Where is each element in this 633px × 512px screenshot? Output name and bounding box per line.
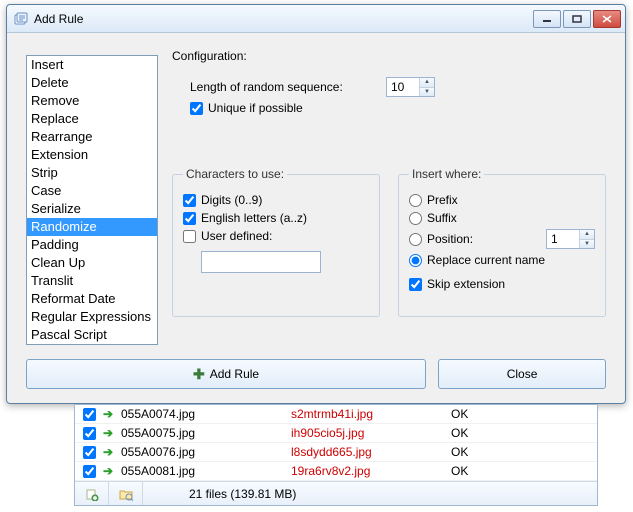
position-input[interactable] (547, 230, 579, 248)
arrow-icon: ➔ (103, 426, 121, 440)
digits-checkbox[interactable]: Digits (0..9) (183, 193, 262, 207)
new-name: s2mtrmb41i.jpg (291, 407, 451, 421)
suffix-radio[interactable]: Suffix (409, 211, 457, 225)
close-window-button[interactable] (593, 10, 621, 28)
new-name: ih905cio5j.jpg (291, 426, 451, 440)
rule-item-case[interactable]: Case (27, 182, 157, 200)
where-legend: Insert where: (409, 167, 484, 181)
length-group: Length of random sequence: ▲▼ Unique if … (172, 73, 606, 125)
length-up[interactable]: ▲ (420, 78, 434, 88)
userdefined-input[interactable] (201, 251, 321, 273)
add-rule-dialog: Add Rule InsertDeleteRemoveReplaceRearra… (6, 4, 626, 404)
prefix-radio[interactable]: Prefix (409, 193, 458, 207)
status-text: 21 files (139.81 MB) (143, 487, 296, 501)
length-label: Length of random sequence: (190, 80, 380, 94)
close-button[interactable]: Close (438, 359, 606, 389)
row-checkbox[interactable] (83, 427, 96, 440)
window-title: Add Rule (34, 12, 533, 26)
row-checkbox[interactable] (83, 465, 96, 478)
length-input[interactable] (387, 78, 419, 96)
rule-item-serialize[interactable]: Serialize (27, 200, 157, 218)
table-row[interactable]: ➔055A0075.jpgih905cio5j.jpgOK (75, 424, 597, 443)
rule-item-remove[interactable]: Remove (27, 92, 157, 110)
rule-item-padding[interactable]: Padding (27, 236, 157, 254)
rule-item-strip[interactable]: Strip (27, 164, 157, 182)
characters-legend: Characters to use: (183, 167, 287, 181)
status-cell: OK (451, 445, 551, 459)
maximize-button[interactable] (563, 10, 591, 28)
insert-where-group: Insert where: Prefix Suffix Position: (398, 167, 606, 317)
rule-item-clean-up[interactable]: Clean Up (27, 254, 157, 272)
original-name: 055A0075.jpg (121, 426, 291, 440)
userdefined-checkbox[interactable]: User defined: (183, 229, 272, 243)
rule-item-pascal-script[interactable]: Pascal Script (27, 326, 157, 344)
rule-item-translit[interactable]: Translit (27, 272, 157, 290)
status-cell: OK (451, 464, 551, 478)
position-radio[interactable]: Position: (409, 232, 473, 246)
arrow-icon: ➔ (103, 445, 121, 459)
replace-radio[interactable]: Replace current name (409, 253, 545, 267)
rule-item-user-input[interactable]: User Input (27, 344, 157, 345)
minimize-button[interactable] (533, 10, 561, 28)
status-cell: OK (451, 407, 551, 421)
rule-type-list[interactable]: InsertDeleteRemoveReplaceRearrangeExtens… (26, 55, 158, 345)
position-spinner[interactable]: ▲▼ (546, 229, 595, 249)
arrow-icon: ➔ (103, 407, 121, 421)
plus-icon: ✚ (193, 366, 205, 383)
status-bar: 21 files (139.81 MB) (75, 481, 597, 505)
rule-item-regular-expressions[interactable]: Regular Expressions (27, 308, 157, 326)
rule-item-replace[interactable]: Replace (27, 110, 157, 128)
original-name: 055A0076.jpg (121, 445, 291, 459)
arrow-icon: ➔ (103, 464, 121, 478)
new-name: 19ra6rv8v2.jpg (291, 464, 451, 478)
titlebar[interactable]: Add Rule (7, 5, 625, 33)
characters-group: Characters to use: Digits (0..9) English… (172, 167, 380, 317)
add-rule-button[interactable]: ✚ Add Rule (26, 359, 426, 389)
rule-item-delete[interactable]: Delete (27, 74, 157, 92)
row-checkbox[interactable] (83, 408, 96, 421)
configuration-title: Configuration: (172, 49, 606, 63)
original-name: 055A0081.jpg (121, 464, 291, 478)
skipext-checkbox[interactable]: Skip extension (409, 277, 505, 291)
rule-item-insert[interactable]: Insert (27, 56, 157, 74)
rule-item-rearrange[interactable]: Rearrange (27, 128, 157, 146)
row-checkbox[interactable] (83, 446, 96, 459)
original-name: 055A0074.jpg (121, 407, 291, 421)
rule-item-randomize[interactable]: Randomize (27, 218, 157, 236)
rule-item-reformat-date[interactable]: Reformat Date (27, 290, 157, 308)
letters-checkbox[interactable]: English letters (a..z) (183, 211, 307, 225)
rule-item-extension[interactable]: Extension (27, 146, 157, 164)
file-preview-panel: ➔055A0074.jpgs2mtrmb41i.jpgOK➔055A0075.j… (74, 404, 598, 506)
status-cell: OK (451, 426, 551, 440)
position-down[interactable]: ▼ (580, 240, 594, 249)
browse-folder-icon[interactable] (109, 482, 143, 505)
length-spinner[interactable]: ▲▼ (386, 77, 435, 97)
app-icon (13, 11, 29, 27)
table-row[interactable]: ➔055A0076.jpgl8sdydd665.jpgOK (75, 443, 597, 462)
add-files-icon[interactable] (75, 482, 109, 505)
table-row[interactable]: ➔055A0081.jpg19ra6rv8v2.jpgOK (75, 462, 597, 481)
unique-checkbox[interactable]: Unique if possible (190, 101, 303, 115)
length-down[interactable]: ▼ (420, 88, 434, 97)
new-name: l8sdydd665.jpg (291, 445, 451, 459)
position-up[interactable]: ▲ (580, 230, 594, 240)
table-row[interactable]: ➔055A0074.jpgs2mtrmb41i.jpgOK (75, 405, 597, 424)
